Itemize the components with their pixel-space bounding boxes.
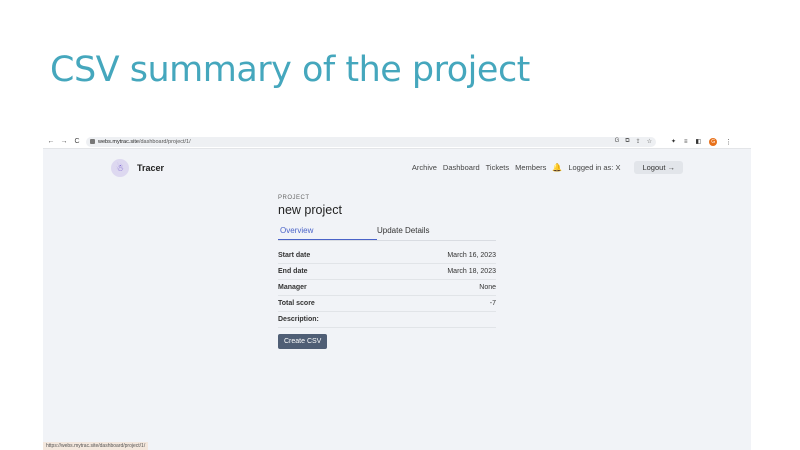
translate-icon[interactable]: ⧉ (625, 138, 629, 145)
detail-label: End date (278, 268, 308, 275)
address-bar[interactable]: webs.mytrac.site/dashboard/project/1/ G … (86, 136, 656, 147)
detail-value: -7 (489, 300, 496, 307)
detail-row-manager: Manager None (278, 280, 496, 296)
nav-members[interactable]: Members (515, 163, 546, 172)
slide-title: CSV summary of the project (50, 50, 530, 90)
url-text: webs.mytrac.site/dashboard/project/1/ (98, 138, 191, 145)
detail-row-total-score: Total score -7 (278, 296, 496, 312)
detail-label: Manager (278, 284, 307, 291)
detail-label: Start date (278, 252, 311, 259)
reading-list-icon[interactable]: ≡ (684, 139, 688, 145)
project-title: new project (278, 203, 342, 217)
logged-in-label: Logged in as: X (568, 163, 621, 172)
main-nav: Archive Dashboard Tickets Members 🔔 Logg… (412, 161, 683, 174)
browser-screenshot: ← → C webs.mytrac.site/dashboard/project… (43, 135, 751, 450)
project-details: Start date March 16, 2023 End date March… (278, 248, 496, 328)
bell-icon[interactable]: 🔔 (552, 163, 562, 172)
back-icon[interactable]: ← (47, 135, 55, 149)
side-panel-icon[interactable]: ◧ (696, 138, 702, 145)
detail-value: March 16, 2023 (447, 252, 496, 259)
brand-name: Tracer (137, 163, 165, 173)
brand[interactable]: ☃ Tracer (111, 159, 164, 177)
extensions-icon[interactable]: ✦ (671, 138, 676, 145)
detail-value: None (479, 284, 496, 291)
create-csv-button[interactable]: Create CSV (278, 334, 328, 349)
logo-icon: ☃ (111, 159, 129, 177)
star-icon[interactable]: ☆ (647, 138, 652, 145)
app-header: ☃ Tracer Archive Dashboard Tickets Membe… (43, 149, 751, 187)
status-bar-url: https://webs.mytrac.site/dashboard/proje… (43, 442, 149, 450)
browser-menu-icon[interactable]: ⋮ (725, 138, 732, 146)
tab-overview[interactable]: Overview (278, 226, 377, 240)
nav-archive[interactable]: Archive (412, 163, 437, 172)
detail-value: March 18, 2023 (447, 268, 496, 275)
nav-tickets[interactable]: Tickets (486, 163, 509, 172)
forward-icon[interactable]: → (60, 135, 68, 149)
detail-row-description: Description: (278, 312, 496, 328)
reload-icon[interactable]: C (73, 135, 81, 149)
detail-label: Description: (278, 316, 319, 323)
tab-update-details[interactable]: Update Details (377, 226, 431, 240)
project-eyebrow: PROJECT (278, 195, 310, 201)
detail-label: Total score (278, 300, 315, 307)
browser-toolbar: ← → C webs.mytrac.site/dashboard/project… (43, 135, 751, 149)
profile-avatar[interactable]: G (709, 137, 718, 146)
nav-dashboard[interactable]: Dashboard (443, 163, 480, 172)
google-icon[interactable]: G (615, 138, 620, 145)
logout-button[interactable]: Logout → (634, 161, 683, 174)
detail-row-end-date: End date March 18, 2023 (278, 264, 496, 280)
share-icon[interactable]: ⇪ (636, 138, 641, 145)
lock-icon (90, 139, 95, 144)
detail-row-start-date: Start date March 16, 2023 (278, 248, 496, 264)
project-panel: PROJECT new project Overview Update Deta… (278, 195, 496, 349)
project-tabs: Overview Update Details (278, 226, 496, 241)
